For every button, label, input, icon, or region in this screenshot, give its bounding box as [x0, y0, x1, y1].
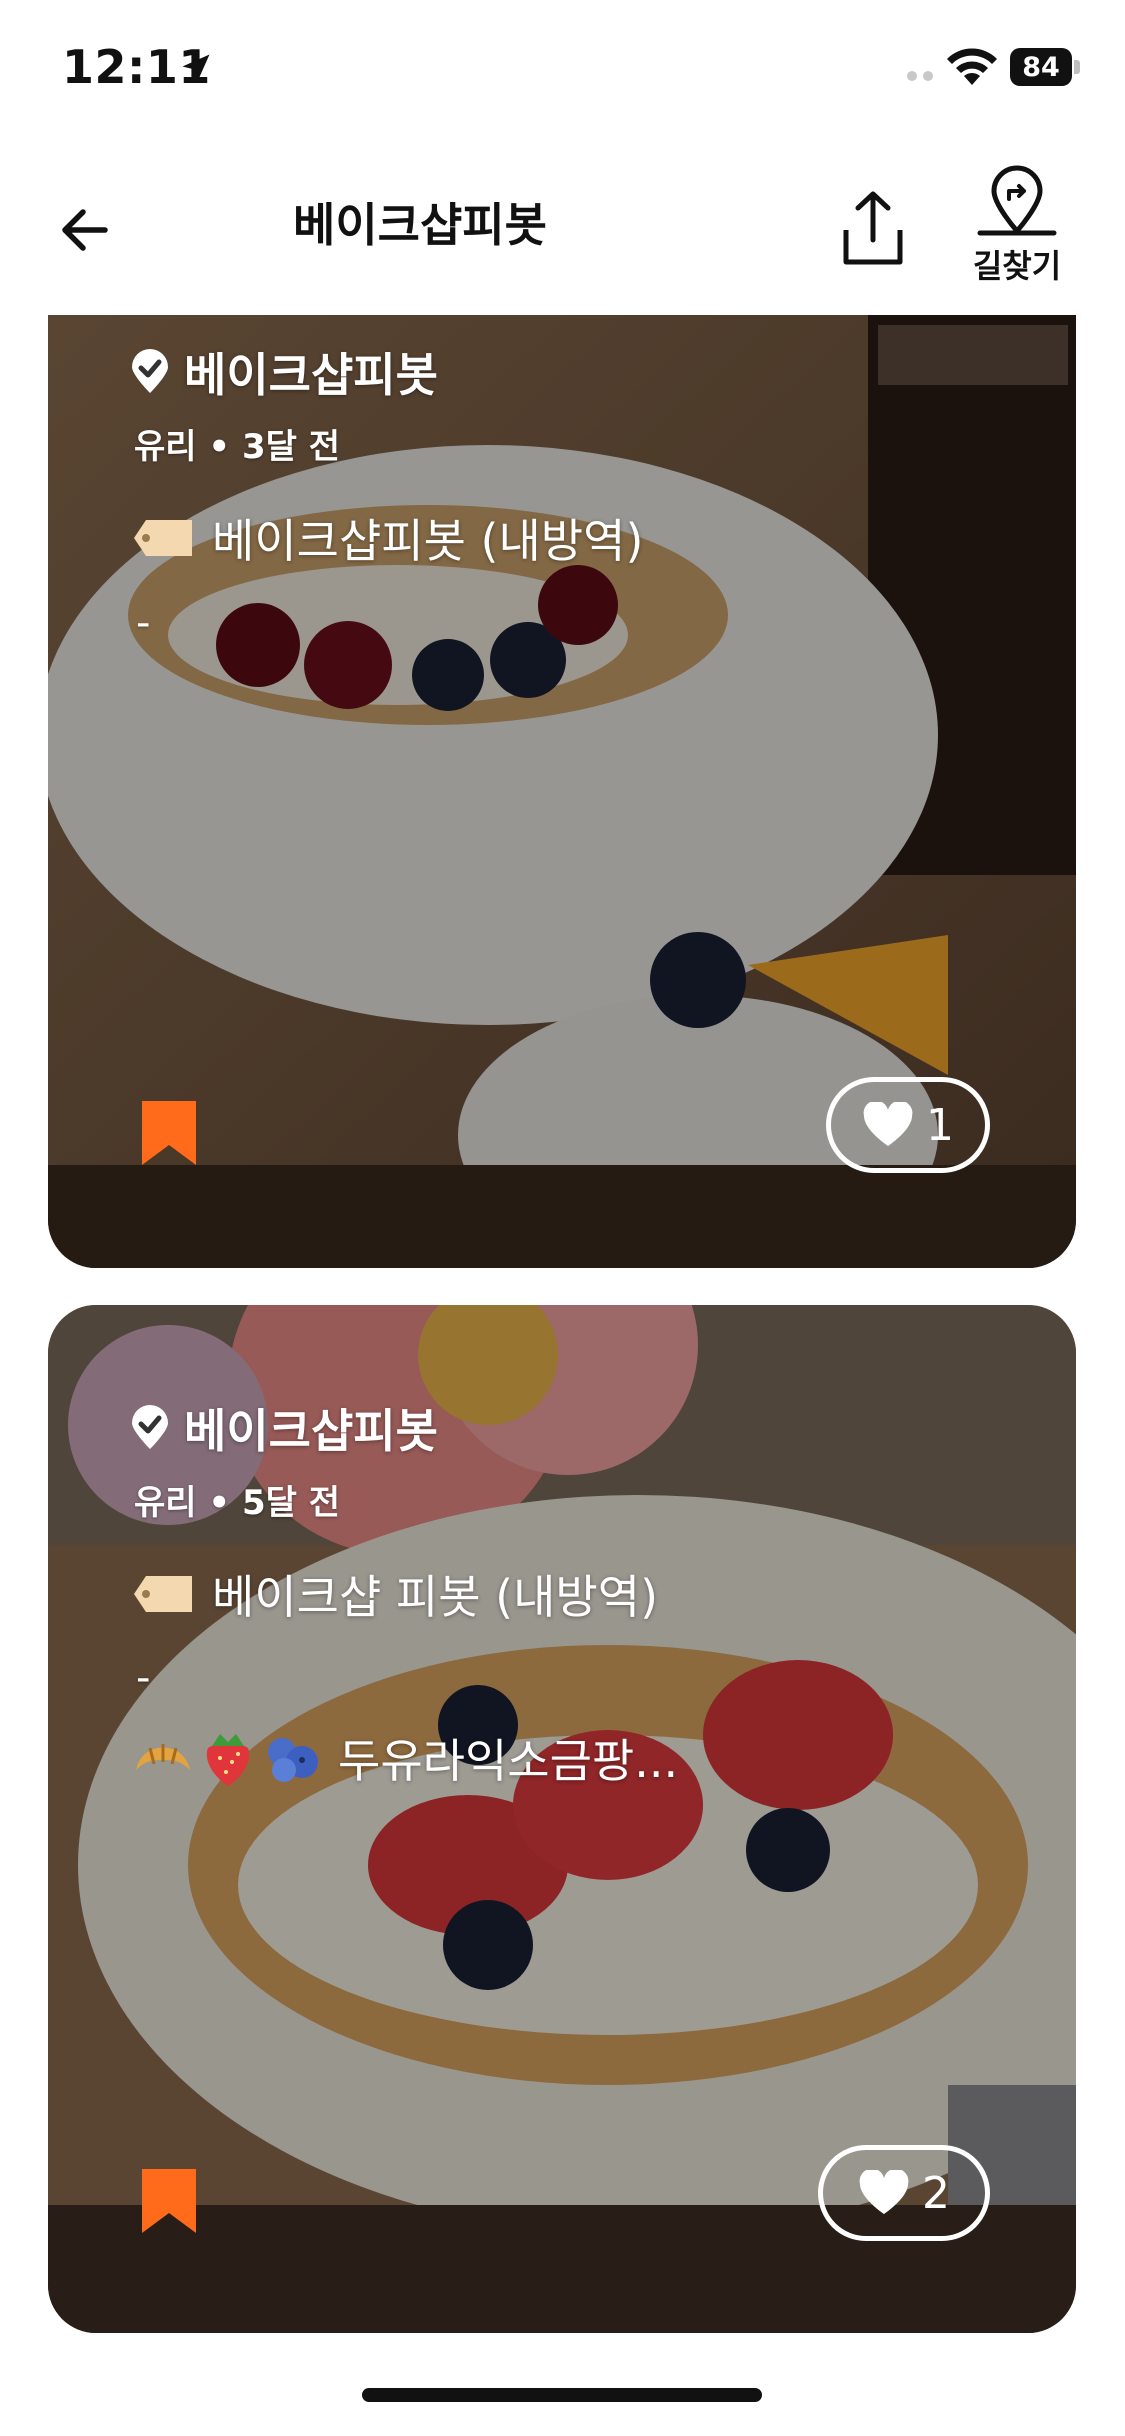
post-text-line: 두유라익소금팡... [338, 1734, 679, 1788]
battery-level: 84 [1010, 48, 1072, 86]
croissant-icon [136, 1744, 190, 1770]
tag-row: 베이크샵 피봇 (내방역) [132, 1561, 658, 1627]
post-meta: 유리 • 3달 전 [134, 427, 341, 467]
battery-icon: 84 [1010, 48, 1080, 88]
strawberry-icon [206, 1734, 250, 1786]
place-name: 베이크샵피봇 [184, 348, 438, 402]
status-bar: 12:11 84 [0, 0, 1125, 140]
battery-tip [1074, 60, 1080, 74]
bookmark-icon[interactable] [138, 2165, 200, 2237]
like-button[interactable]: 2 [818, 2145, 990, 2241]
share-button[interactable] [838, 185, 908, 271]
tag-icon [134, 520, 192, 556]
post-text-emoji-line: 두유라익소금팡... [132, 1725, 678, 1791]
like-button[interactable]: 1 [826, 1077, 990, 1173]
tag-text: 베이크샵 피봇 (내방역) [212, 1570, 659, 1624]
tag-row: 베이크샵피봇 (내방역) [132, 505, 643, 571]
location-arrow-icon [182, 54, 210, 82]
tag-text: 베이크샵피봇 (내방역) [212, 514, 644, 568]
post-content: 베이크샵피봇 유리 • 3달 전 베이크샵피봇 (내방역) - 1 [48, 315, 1076, 1268]
blueberries-icon [268, 1738, 318, 1782]
heart-icon [859, 2170, 909, 2214]
post-text-line: - [136, 1655, 151, 1701]
header: 베이크샵피봇 길찾기 [0, 165, 1125, 315]
wifi-icon [947, 48, 997, 85]
heart-icon [863, 1102, 913, 1146]
place-row: 베이크샵피봇 [130, 339, 438, 405]
directions-button[interactable]: 길찾기 [952, 165, 1082, 295]
post-content: 베이크샵피봇 유리 • 5달 전 베이크샵 피봇 (내방역) - 두유라익소금팡… [48, 1305, 1076, 2333]
post-meta: 유리 • 5달 전 [134, 1483, 341, 1523]
home-indicator[interactable] [362, 2388, 762, 2402]
tag-icon [134, 1576, 192, 1612]
bookmark-icon[interactable] [138, 1097, 200, 1169]
verified-place-icon [132, 1405, 168, 1449]
page-title: 베이크샵피봇 [293, 198, 547, 252]
post-card[interactable]: 베이크샵피봇 유리 • 5달 전 베이크샵 피봇 (내방역) - 두유라익소금팡… [48, 1305, 1076, 2333]
share-icon [843, 191, 903, 265]
place-row: 베이크샵피봇 [130, 1395, 438, 1461]
place-name: 베이크샵피봇 [184, 1404, 438, 1458]
like-count: 1 [926, 1099, 954, 1151]
directions-label: 길찾기 [972, 247, 1062, 285]
directions-icon [977, 165, 1057, 236]
post-card[interactable]: 베이크샵피봇 유리 • 3달 전 베이크샵피봇 (내방역) - 1 [48, 315, 1076, 1268]
post-text-line: - [136, 600, 151, 646]
signal-dots-icon [907, 71, 933, 81]
verified-place-icon [132, 349, 168, 393]
like-count: 2 [922, 2167, 950, 2219]
